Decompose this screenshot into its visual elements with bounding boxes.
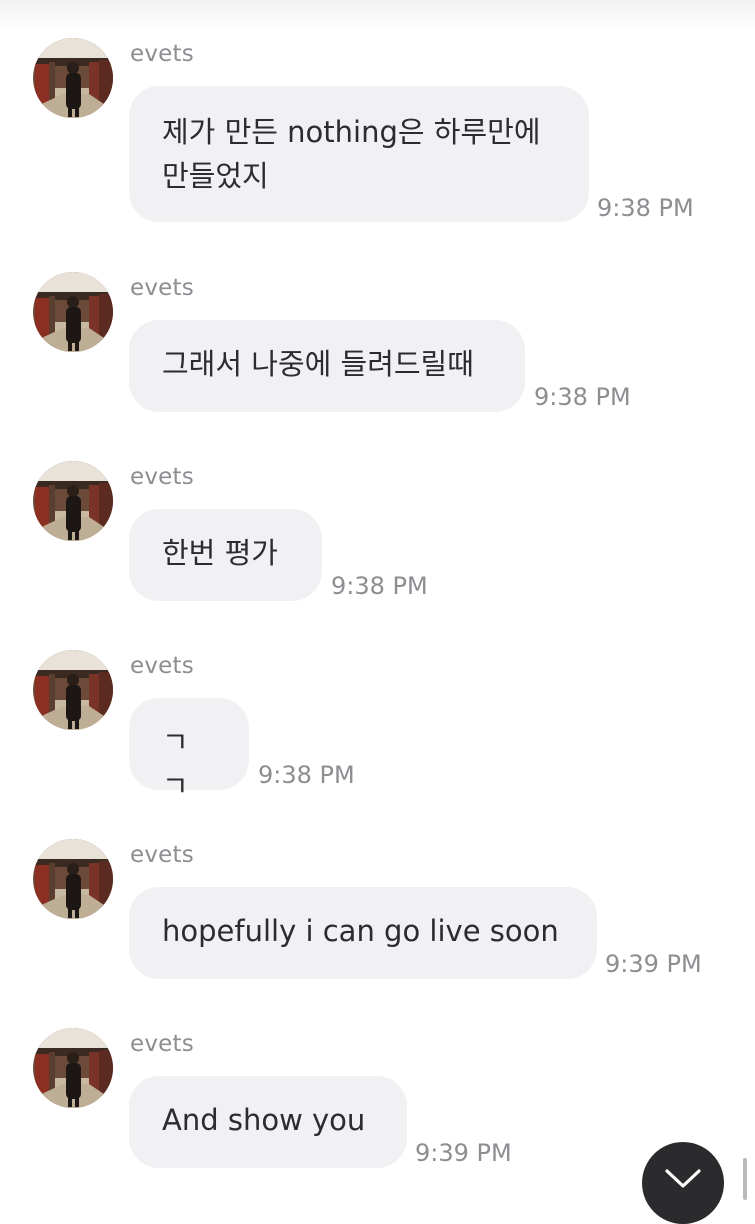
message-bubble[interactable]: 제가 만든 nothing은 하루만에 만들었지	[129, 86, 589, 222]
avatar[interactable]	[33, 839, 113, 919]
scrollbar[interactable]	[743, 1158, 747, 1200]
sender-name: evets	[130, 1031, 194, 1057]
chevron-down-icon	[665, 1169, 701, 1188]
avatar[interactable]	[33, 650, 113, 730]
message-bubble[interactable]: 한번 평가	[129, 509, 322, 601]
message-time: 9:38 PM	[331, 572, 428, 600]
sender-name: evets	[130, 842, 194, 868]
message-bubble[interactable]: ㄱㄱ	[129, 698, 249, 803]
avatar[interactable]	[33, 38, 113, 118]
scroll-to-bottom-button[interactable]	[642, 1142, 724, 1224]
message-time: 9:38 PM	[258, 761, 355, 789]
top-fade	[0, 0, 755, 30]
sender-name: evets	[130, 464, 194, 490]
message-bubble[interactable]: hopefully i can go live soon	[129, 887, 597, 979]
message-time: 9:39 PM	[415, 1139, 512, 1167]
message-time: 9:38 PM	[597, 194, 694, 222]
avatar[interactable]	[33, 461, 113, 541]
message-time: 9:39 PM	[605, 950, 702, 978]
message-bubble[interactable]: 그래서 나중에 들려드릴때	[129, 320, 525, 412]
avatar[interactable]	[33, 272, 113, 352]
avatar[interactable]	[33, 1028, 113, 1108]
message-time: 9:38 PM	[534, 383, 631, 411]
sender-name: evets	[130, 653, 194, 679]
message-bubble[interactable]: And show you	[129, 1076, 407, 1168]
sender-name: evets	[130, 41, 194, 67]
sender-name: evets	[130, 275, 194, 301]
